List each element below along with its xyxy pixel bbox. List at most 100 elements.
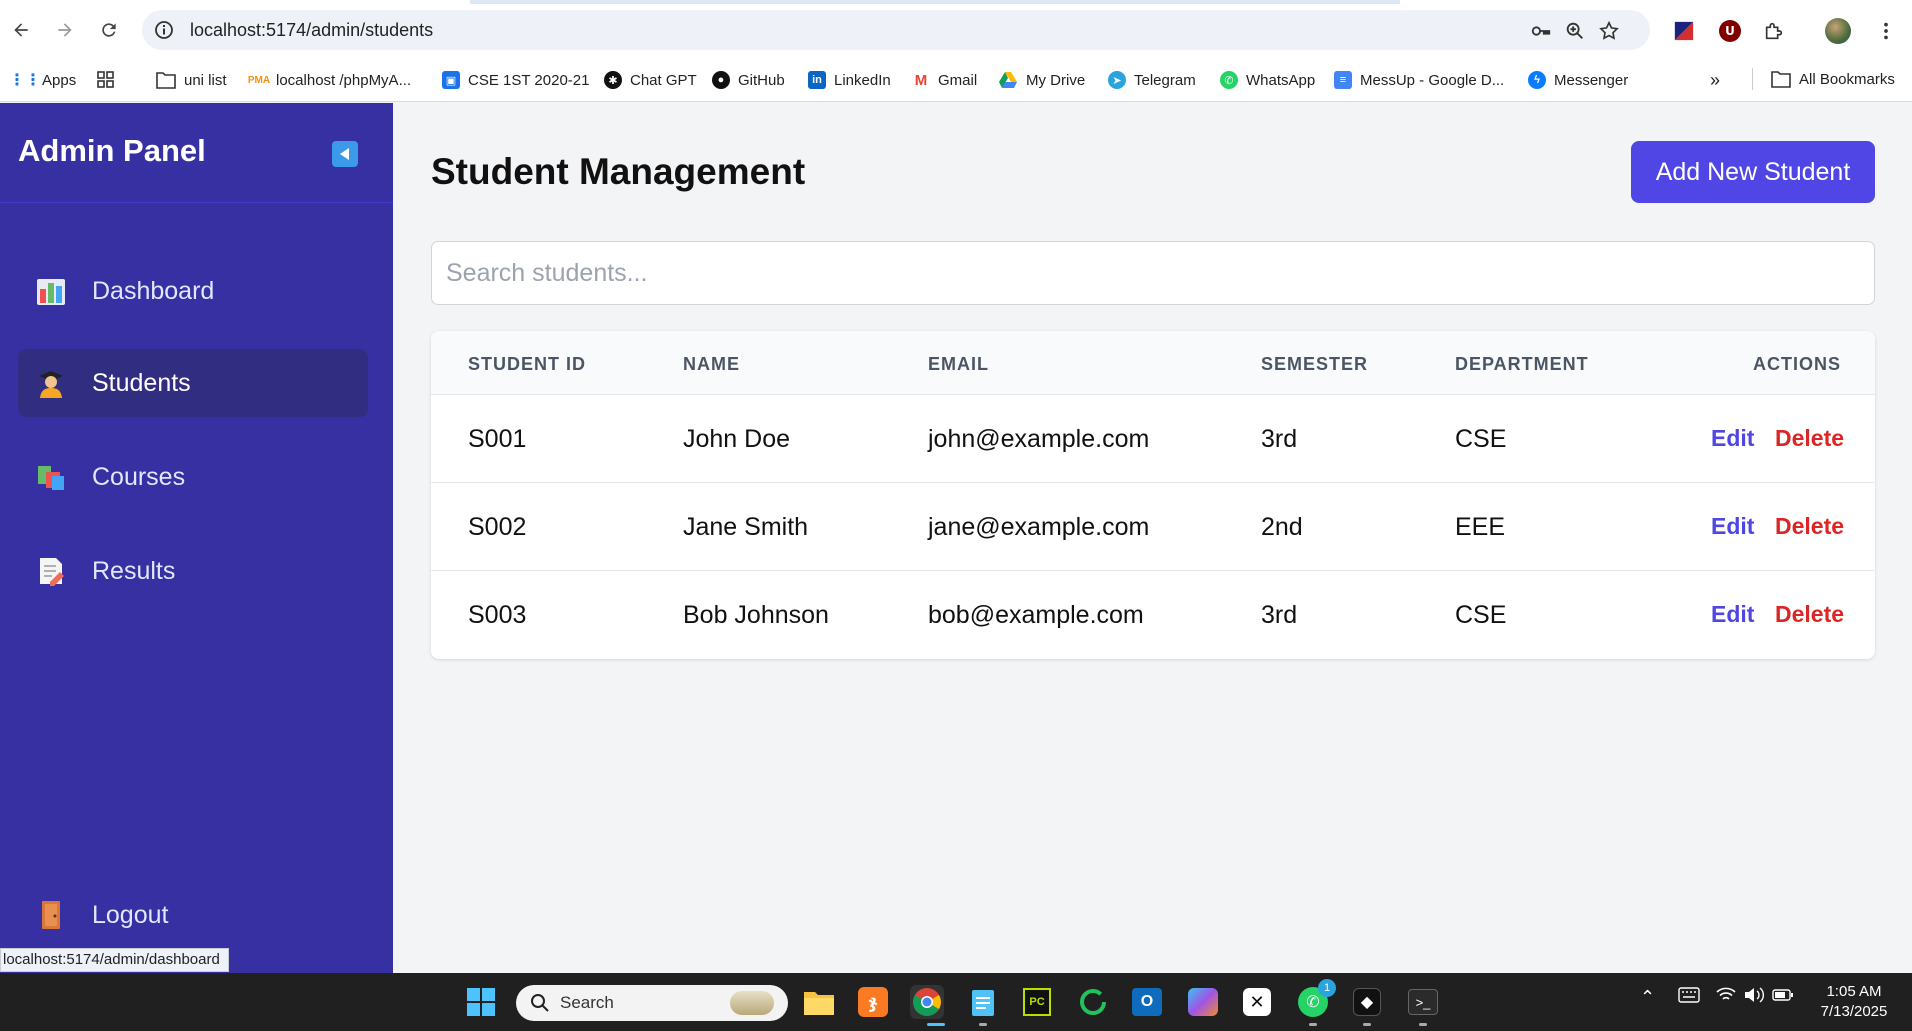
- bookmark-phpmyadmin[interactable]: PMA localhost /phpMyA...: [247, 68, 411, 92]
- edit-button[interactable]: Edit: [1711, 601, 1754, 628]
- document-pencil-icon: [36, 556, 66, 586]
- bookmark-label: Messenger: [1554, 71, 1629, 89]
- system-clock[interactable]: 1:05 AM 7/13/2025: [1806, 982, 1902, 1022]
- chrome-taskbar-icon[interactable]: [910, 985, 944, 1019]
- cell-student-id: S001: [468, 425, 527, 453]
- extension-flag-icon[interactable]: [1670, 17, 1698, 45]
- column-header-student-id: STUDENT ID: [468, 354, 586, 374]
- add-new-student-button[interactable]: Add New Student: [1631, 141, 1875, 203]
- phpmyadmin-icon: PMA: [247, 74, 271, 86]
- page-title: Student Management: [431, 151, 806, 192]
- sidebar-item-students[interactable]: Students: [18, 349, 368, 417]
- column-header-semester: SEMESTER: [1261, 354, 1369, 374]
- password-key-icon[interactable]: [1528, 18, 1554, 44]
- collapse-sidebar-button[interactable]: [332, 141, 358, 167]
- forward-button[interactable]: [48, 13, 82, 47]
- delete-button[interactable]: Delete: [1775, 425, 1844, 452]
- bookmark-label: Apps: [42, 71, 77, 89]
- keyboard-icon[interactable]: [1678, 987, 1700, 1008]
- outlook-icon[interactable]: O: [1130, 985, 1164, 1019]
- terminal-icon[interactable]: >_: [1406, 985, 1440, 1019]
- cell-department: CSE: [1455, 601, 1507, 629]
- circle-app-icon[interactable]: [1076, 985, 1110, 1019]
- sidebar-item-dashboard[interactable]: Dashboard: [18, 257, 368, 325]
- bookmark-tab-groups[interactable]: [96, 68, 116, 92]
- running-app-indicator: [1363, 1023, 1371, 1026]
- sidebar-header: Admin Panel: [0, 103, 393, 203]
- capcut-icon[interactable]: ✕: [1240, 985, 1274, 1019]
- all-bookmarks[interactable]: All Bookmarks: [1752, 68, 1895, 90]
- ublock-extension-icon[interactable]: U: [1716, 17, 1744, 45]
- windows-start-icon[interactable]: [464, 985, 498, 1019]
- file-explorer-icon[interactable]: [802, 985, 836, 1019]
- bookmark-telegram[interactable]: ➤ Telegram: [1108, 68, 1196, 92]
- whatsapp-taskbar-icon[interactable]: ✆ 1: [1296, 979, 1336, 1019]
- taskbar-search-label: Search: [560, 993, 614, 1012]
- edit-button[interactable]: Edit: [1711, 513, 1754, 540]
- bookmark-uni-list[interactable]: uni list: [156, 68, 227, 92]
- drive-icon: [999, 72, 1017, 88]
- column-header-email: EMAIL: [928, 354, 989, 374]
- zoom-icon[interactable]: [1562, 18, 1588, 44]
- sidebar-item-courses[interactable]: Courses: [18, 443, 368, 511]
- bookmark-messup[interactable]: ≡ MessUp - Google D...: [1334, 68, 1504, 92]
- address-bar[interactable]: localhost:5174/admin/students: [142, 10, 1650, 50]
- clock-date: 7/13/2025: [1820, 1003, 1888, 1020]
- wifi-icon[interactable]: [1716, 987, 1736, 1008]
- sidebar-item-label: Results: [92, 556, 176, 585]
- bookmark-drive[interactable]: My Drive: [998, 68, 1085, 92]
- battery-icon[interactable]: [1772, 987, 1794, 1008]
- windows-taskbar: Search ჯ PC O ✕ ✆ 1 ◆ >_ ⌃ 1:05 AM 7/13/…: [0, 973, 1912, 1031]
- more-bookmarks-chevron-icon[interactable]: »: [1710, 68, 1720, 92]
- notepad-icon[interactable]: [966, 985, 1000, 1019]
- search-input[interactable]: [431, 241, 1875, 305]
- active-app-indicator: [927, 1023, 945, 1026]
- students-table: STUDENT ID NAME EMAIL SEMESTER DEPARTMEN…: [431, 331, 1875, 659]
- microsoft-365-icon[interactable]: [1186, 985, 1220, 1019]
- pycharm-icon[interactable]: PC: [1020, 985, 1054, 1019]
- bookmark-chatgpt[interactable]: ✱ Chat GPT: [604, 68, 697, 92]
- bookmark-label: GitHub: [738, 71, 785, 89]
- bookmark-apps[interactable]: ⋮⋮ Apps: [9, 68, 77, 92]
- url-text[interactable]: localhost:5174/admin/students: [190, 20, 433, 41]
- delete-button[interactable]: Delete: [1775, 513, 1844, 540]
- logout-button[interactable]: Logout: [18, 881, 368, 949]
- whatsapp-icon: ✆: [1220, 71, 1238, 89]
- bookmark-label: uni list: [184, 71, 227, 89]
- back-button[interactable]: [4, 13, 38, 47]
- bookmark-star-icon[interactable]: [1596, 18, 1622, 44]
- xampp-icon[interactable]: ჯ: [856, 985, 890, 1019]
- bookmark-linkedin[interactable]: in LinkedIn: [808, 68, 891, 92]
- arrow-left-icon: [14, 23, 28, 37]
- sidebar-item-results[interactable]: Results: [18, 537, 368, 605]
- site-info-icon[interactable]: [154, 20, 174, 40]
- bookmark-messenger[interactable]: ϟ Messenger: [1528, 68, 1628, 92]
- contacts-icon: ▣: [442, 71, 460, 89]
- taskbar-search[interactable]: Search: [516, 985, 788, 1021]
- chrome-menu-icon[interactable]: [1872, 17, 1900, 45]
- arrow-right-icon: [58, 23, 72, 37]
- sidebar-item-label: Courses: [92, 462, 186, 491]
- volume-icon[interactable]: [1744, 987, 1764, 1008]
- extensions-puzzle-icon[interactable]: [1760, 17, 1788, 45]
- profile-avatar[interactable]: [1824, 17, 1852, 45]
- cell-email: john@example.com: [928, 425, 1150, 453]
- table-header: STUDENT ID NAME EMAIL SEMESTER DEPARTMEN…: [431, 331, 1875, 395]
- cell-semester: 2nd: [1261, 513, 1303, 541]
- chatgpt-icon: ✱: [604, 71, 622, 89]
- reload-button[interactable]: [92, 13, 126, 47]
- delete-button[interactable]: Delete: [1775, 601, 1844, 628]
- cube-app-icon[interactable]: ◆: [1350, 985, 1384, 1019]
- cell-name: Jane Smith: [683, 513, 809, 541]
- folder-icon: [1771, 71, 1791, 88]
- bookmark-gmail[interactable]: M Gmail: [912, 68, 977, 92]
- cell-student-id: S002: [468, 513, 527, 541]
- table-row: S002 Jane Smith jane@example.com 2nd EEE…: [431, 483, 1875, 571]
- bookmark-label: MessUp - Google D...: [1360, 71, 1505, 89]
- edit-button[interactable]: Edit: [1711, 425, 1754, 452]
- bookmark-cse[interactable]: ▣ CSE 1ST 2020-21: [442, 68, 589, 92]
- search-icon: [531, 994, 549, 1012]
- bookmark-github[interactable]: ● GitHub: [712, 68, 785, 92]
- bookmark-whatsapp[interactable]: ✆ WhatsApp: [1220, 68, 1315, 92]
- chevron-up-icon[interactable]: ⌃: [1640, 987, 1655, 1008]
